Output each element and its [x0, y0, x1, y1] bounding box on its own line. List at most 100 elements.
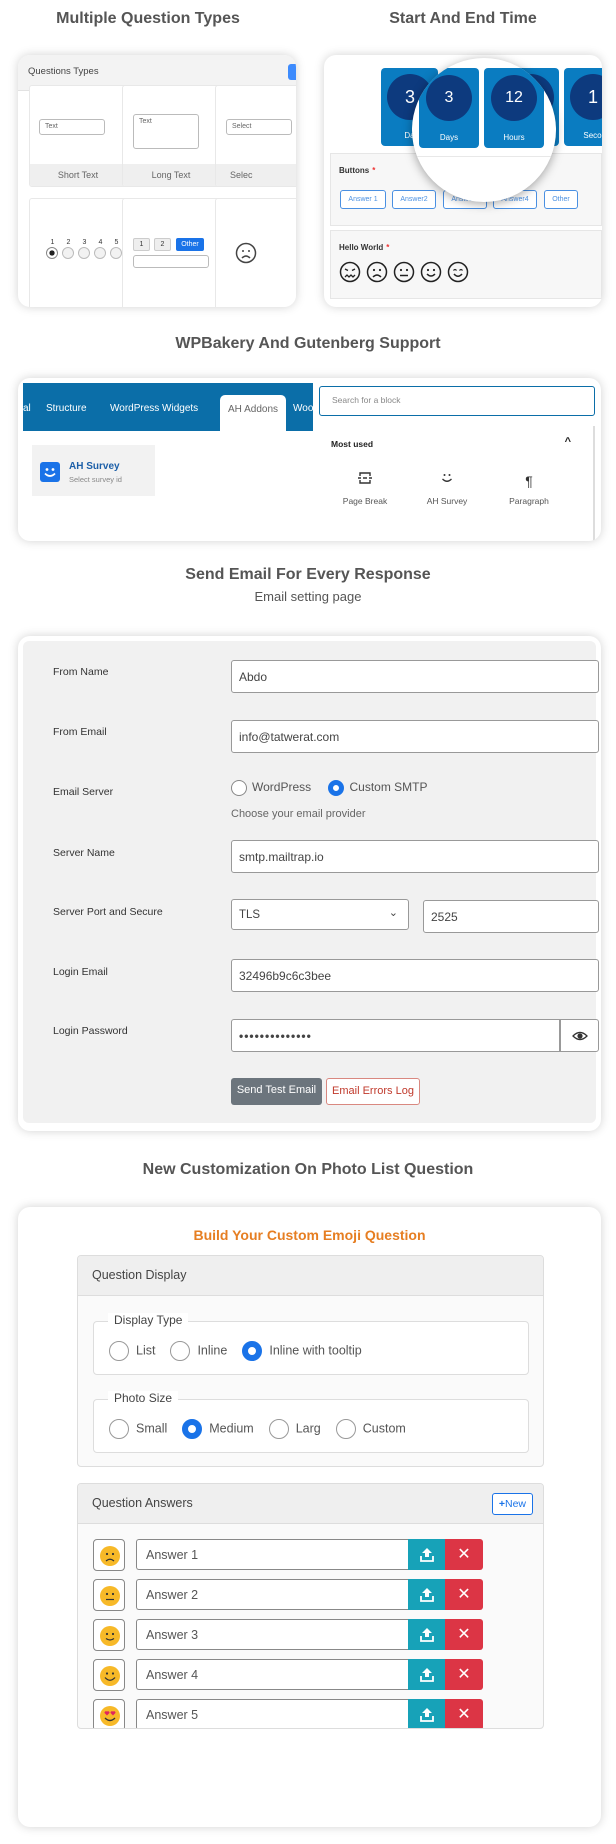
- happy-face-icon[interactable]: [447, 261, 469, 283]
- block-paragraph[interactable]: ¶ Paragraph: [494, 470, 564, 506]
- secure-select[interactable]: TLS ⌄: [231, 899, 409, 930]
- upload-button[interactable]: [408, 1539, 445, 1570]
- radio-display-list[interactable]: List: [109, 1341, 155, 1361]
- send-test-email-button[interactable]: Send Test Email: [231, 1078, 322, 1105]
- email-server-help: Choose your email provider: [231, 808, 366, 820]
- login-password-label: Login Password: [53, 1025, 128, 1037]
- delete-answer-button[interactable]: ✕: [445, 1579, 483, 1610]
- from-name-input[interactable]: Abdo: [231, 660, 599, 693]
- question-type-short-text[interactable]: Text Short Text: [29, 85, 127, 187]
- emoji-picker-button[interactable]: [93, 1659, 125, 1691]
- question-type-long-text[interactable]: Text Long Text: [122, 85, 220, 187]
- email-errors-log-button[interactable]: Email Errors Log: [326, 1078, 420, 1105]
- radio-size-larg[interactable]: Larg: [268, 1419, 321, 1439]
- countdown-hours: 12 Hours: [484, 68, 544, 148]
- add-question-button[interactable]: [288, 64, 296, 80]
- toggle-password-visibility-button[interactable]: [560, 1019, 599, 1052]
- block-ah-survey[interactable]: AH Survey: [412, 470, 482, 506]
- answer-button[interactable]: Answer 1: [340, 190, 386, 209]
- question-display-panel: Question Display Display Type List Inlin…: [77, 1255, 544, 1467]
- angry-face-icon[interactable]: [339, 261, 361, 283]
- delete-answer-button[interactable]: ✕: [445, 1699, 483, 1728]
- from-email-input[interactable]: info@tatwerat.com: [231, 720, 599, 753]
- answer-row: Answer 2 ✕: [93, 1579, 529, 1611]
- countdown-magnifier: 3 Days 12 Hours: [412, 58, 556, 202]
- server-name-input[interactable]: smtp.mailtrap.io: [231, 840, 599, 873]
- block-search-input[interactable]: Search for a block: [319, 386, 595, 416]
- radio-size-custom[interactable]: Custom: [335, 1419, 406, 1439]
- emoji-picker-button[interactable]: [93, 1539, 125, 1571]
- photo-size-fieldset: Photo Size Small Medium Larg Custom: [93, 1391, 529, 1453]
- wpbakery-ah-survey-element[interactable]: AH Survey Select survey id: [32, 445, 155, 496]
- question-type-label: Selec: [216, 164, 296, 186]
- new-answer-button[interactable]: +New: [491, 1493, 533, 1515]
- tab-woo[interactable]: Woo: [293, 403, 313, 414]
- upload-button[interactable]: [408, 1659, 445, 1690]
- email-settings-form: From Name Abdo From Email info@tatwerat.…: [23, 641, 599, 1123]
- neutral-face-icon[interactable]: [393, 261, 415, 283]
- paragraph-icon: ¶: [525, 473, 533, 489]
- slight-smile-emoji-icon: [100, 1626, 120, 1646]
- answer-input[interactable]: Answer 1: [136, 1539, 408, 1570]
- answer-input[interactable]: Answer 4: [136, 1659, 408, 1690]
- display-type-fieldset: Display Type List Inline Inline with too…: [93, 1313, 529, 1375]
- close-icon: ✕: [457, 1626, 471, 1643]
- rating-number: 1: [50, 239, 55, 246]
- page-break-icon: [330, 470, 400, 496]
- tab-wordpress-widgets[interactable]: WordPress Widgets: [110, 403, 198, 414]
- answer-input[interactable]: Answer 3: [136, 1619, 408, 1650]
- tab-ah-addons[interactable]: AH Addons: [220, 395, 287, 431]
- radio-size-small[interactable]: Small: [109, 1419, 167, 1439]
- section-title-question-types: Multiple Question Types: [56, 10, 240, 27]
- radio-size-medium[interactable]: Medium: [182, 1419, 254, 1439]
- email-server-label: Email Server: [53, 786, 114, 798]
- select-preview: Select: [226, 119, 292, 135]
- sad-face-icon[interactable]: [366, 261, 388, 283]
- upload-button[interactable]: [408, 1699, 445, 1728]
- radio-wordpress[interactable]: WordPress: [231, 780, 311, 796]
- answer-input[interactable]: Answer 2: [136, 1579, 408, 1610]
- emoji-question-panel: Hello World *: [330, 230, 602, 299]
- upload-icon: [419, 1548, 434, 1562]
- upload-button[interactable]: [408, 1619, 445, 1650]
- frowning-emoji-icon: [100, 1546, 120, 1566]
- delete-answer-button[interactable]: ✕: [445, 1659, 483, 1690]
- question-answers-heading: Question Answers: [78, 1484, 543, 1524]
- emoji-picker-button[interactable]: [93, 1699, 125, 1728]
- question-type-choices[interactable]: 1 2 Other: [122, 198, 220, 307]
- countdown-value: 1: [570, 74, 602, 120]
- radio-custom-smtp[interactable]: Custom SMTP: [328, 780, 428, 796]
- delete-answer-button[interactable]: ✕: [445, 1539, 483, 1570]
- emoji-question-title: Hello World *: [339, 243, 390, 252]
- tab-structure[interactable]: Structure: [46, 403, 87, 414]
- builders-card: al Structure WordPress Widgets AH Addons…: [18, 378, 601, 541]
- delete-answer-button[interactable]: ✕: [445, 1619, 483, 1650]
- upload-button[interactable]: [408, 1579, 445, 1610]
- question-type-emoji[interactable]: [215, 198, 296, 307]
- countdown-seconds-bg: 1 Seco: [564, 68, 602, 146]
- smile-face-icon[interactable]: [420, 261, 442, 283]
- rating-radio: [62, 247, 74, 259]
- radio-display-inline[interactable]: Inline: [170, 1341, 227, 1361]
- upload-icon: [419, 1628, 434, 1642]
- radio-display-inline-tooltip[interactable]: Inline with tooltip: [242, 1341, 362, 1361]
- close-icon: ✕: [457, 1586, 471, 1603]
- close-icon: ✕: [457, 1666, 471, 1683]
- server-port-input[interactable]: 2525: [423, 900, 599, 933]
- chevron-up-icon[interactable]: ^: [565, 436, 571, 448]
- answer-button[interactable]: Answer2: [392, 190, 436, 209]
- login-email-input[interactable]: 32496b9c6c3bee: [231, 959, 599, 992]
- emoji-builder-title: Build Your Custom Emoji Question: [193, 1227, 426, 1243]
- countdown-hours-label: Hours: [503, 133, 525, 142]
- emoji-picker-button[interactable]: [93, 1619, 125, 1651]
- countdown-label: Seco: [583, 131, 602, 140]
- login-password-input[interactable]: ••••••••••••••: [231, 1019, 560, 1052]
- question-type-rating[interactable]: 1 2 3 4 5: [29, 198, 127, 307]
- question-type-select[interactable]: Select Selec: [215, 85, 296, 187]
- tab-partial[interactable]: al: [23, 403, 31, 414]
- block-page-break[interactable]: Page Break: [330, 470, 400, 506]
- answer-button-other[interactable]: Other: [544, 190, 578, 209]
- emoji-picker-button[interactable]: [93, 1579, 125, 1611]
- answer-input[interactable]: Answer 5: [136, 1699, 408, 1728]
- question-type-label: Short Text: [30, 164, 126, 186]
